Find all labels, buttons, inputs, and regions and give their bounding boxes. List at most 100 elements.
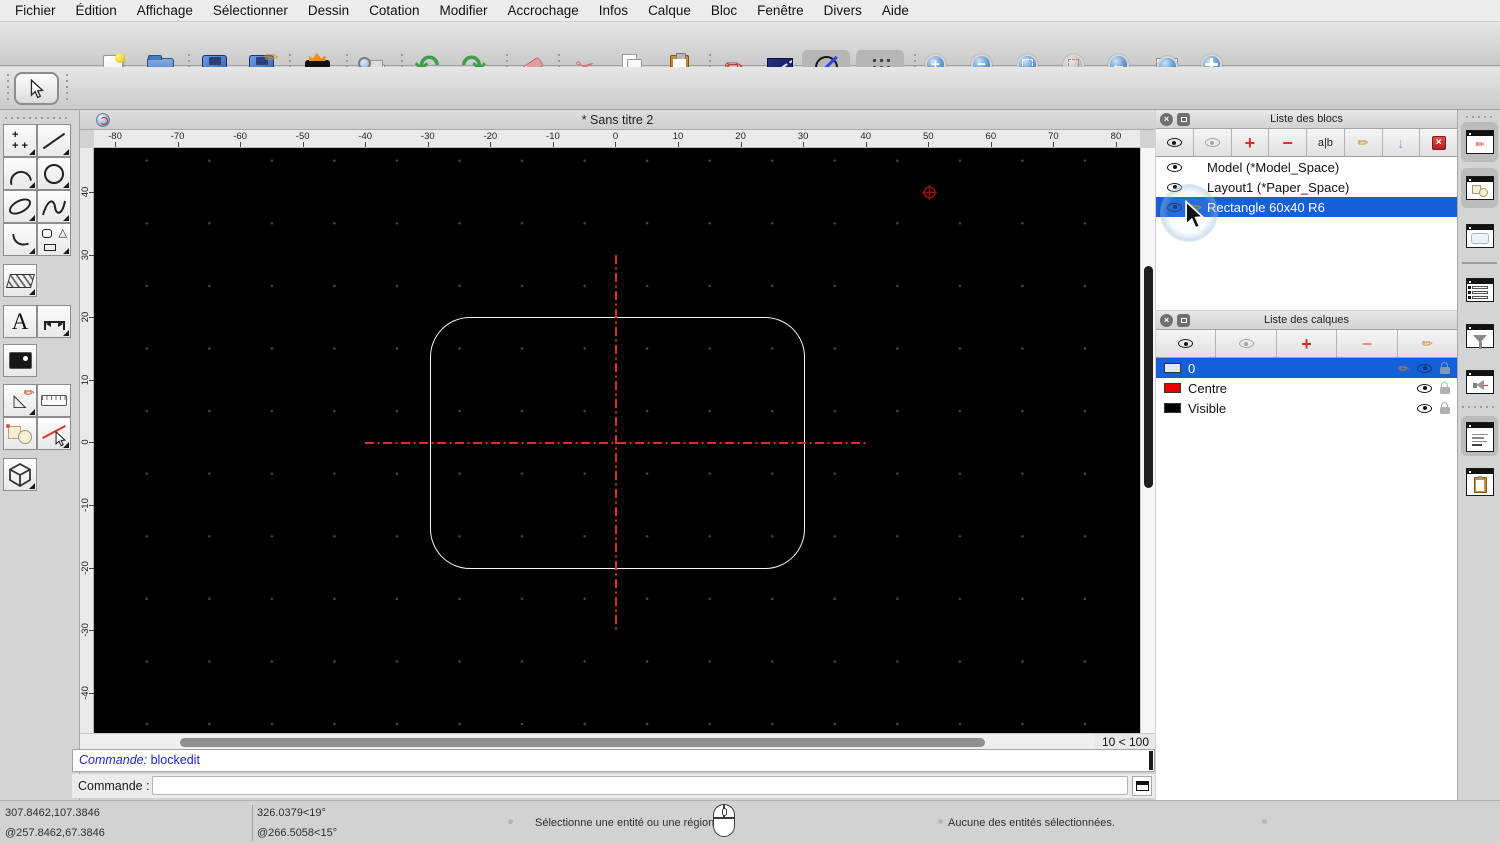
points-tool-button[interactable]: + + + xyxy=(3,124,37,157)
ellipse-tool-button[interactable] xyxy=(3,190,37,223)
menu-item[interactable]: Modifier xyxy=(429,3,497,18)
layer-list-item[interactable]: 0 xyxy=(1156,358,1457,378)
select-entity-tool-button[interactable] xyxy=(37,417,71,450)
edit-layer-button[interactable] xyxy=(1397,330,1458,357)
layer-color-swatch[interactable] xyxy=(1164,363,1181,373)
text-tool-button[interactable]: A xyxy=(3,305,37,338)
remove-block-button[interactable]: − xyxy=(1269,129,1307,156)
status-dot xyxy=(508,819,513,824)
show-all-blocks-button[interactable] xyxy=(1156,129,1194,156)
menu-item[interactable]: Fichier xyxy=(5,3,66,18)
vertical-scrollbar[interactable] xyxy=(1140,148,1155,733)
spline-tool-button[interactable] xyxy=(37,190,71,223)
block-list-window-button[interactable] xyxy=(1466,278,1494,302)
modify-tool-button[interactable] xyxy=(3,417,37,450)
command-row: Commande : xyxy=(72,774,1155,798)
block-list-item[interactable]: Layout1 (*Paper_Space) xyxy=(1156,177,1457,197)
hatch-tool-button[interactable] xyxy=(3,264,37,297)
measure-tool-button[interactable] xyxy=(37,384,71,417)
application-window: Fichier Édition Affichage Sélectionner Dessi… xyxy=(0,0,1500,844)
selection-filter-window-button[interactable] xyxy=(1466,324,1494,349)
hide-all-blocks-button[interactable] xyxy=(1193,129,1232,156)
layer-color-swatch[interactable] xyxy=(1164,383,1181,393)
rename-block-button[interactable]: a|b xyxy=(1307,129,1345,156)
add-layer-button[interactable]: + xyxy=(1276,330,1338,357)
menu-item[interactable]: Cotation xyxy=(359,3,429,18)
eye-icon[interactable] xyxy=(1167,202,1182,212)
line-tool-button[interactable] xyxy=(37,124,71,157)
eye-icon[interactable] xyxy=(1167,182,1182,192)
image-tool-button[interactable] xyxy=(3,344,37,377)
blocks-panel-header[interactable]: × Liste des blocs xyxy=(1156,110,1457,129)
block-edit-window-button[interactable] xyxy=(1466,130,1494,154)
detach-command-button[interactable] xyxy=(1132,776,1152,796)
insert-block-button[interactable]: ↓ xyxy=(1382,129,1421,156)
edit-block-button[interactable] xyxy=(1344,129,1383,156)
minus-icon: − xyxy=(1282,132,1293,153)
menu-item[interactable]: Fenêtre xyxy=(747,3,814,18)
points-icon: + + + xyxy=(12,128,28,152)
plus-icon: + xyxy=(1244,132,1256,153)
layer-color-swatch[interactable] xyxy=(1164,403,1181,413)
menu-item[interactable]: Bloc xyxy=(701,3,747,18)
command-history-value: blockedit xyxy=(150,753,200,767)
menu-item[interactable]: Dessin xyxy=(298,3,359,18)
layer-list-item[interactable]: Centre xyxy=(1156,378,1457,398)
command-line-window-button[interactable] xyxy=(1466,422,1494,452)
dimension-tool-button[interactable] xyxy=(37,305,71,338)
hide-all-layers-button[interactable] xyxy=(1216,330,1277,357)
entity-list-window-button[interactable] xyxy=(1466,176,1494,200)
text-icon: A xyxy=(11,309,29,334)
menu-item[interactable]: Accrochage xyxy=(497,3,588,18)
block-list-item[interactable]: Rectangle 60x40 R6 xyxy=(1156,197,1457,217)
lock-icon[interactable] xyxy=(1440,381,1450,394)
notification-window-button[interactable] xyxy=(1466,370,1494,394)
solid-3d-tool-button[interactable] xyxy=(3,458,37,491)
command-input[interactable] xyxy=(152,776,1128,795)
ellipse-icon xyxy=(6,195,34,218)
ruler-tick xyxy=(302,142,304,147)
horizontal-scrollbar[interactable] xyxy=(80,733,1094,749)
shapes-icon xyxy=(1472,184,1488,197)
menu-item[interactable]: Infos xyxy=(589,3,638,18)
drawing-canvas[interactable] xyxy=(94,148,1140,733)
show-all-layers-button[interactable] xyxy=(1156,330,1217,357)
shapes-tool-button[interactable]: △ xyxy=(37,223,71,256)
construction-tools-button[interactable] xyxy=(3,384,37,417)
eye-icon[interactable] xyxy=(1167,162,1182,172)
menu-item[interactable]: Sélectionner xyxy=(203,3,298,18)
circle-tool-button[interactable] xyxy=(37,157,71,190)
ruler-tick xyxy=(865,142,867,147)
library-browser-window-button[interactable] xyxy=(1466,224,1494,248)
menu-item[interactable]: Divers xyxy=(814,3,872,18)
delete-block-button[interactable]: × xyxy=(1420,129,1457,156)
eye-icon[interactable] xyxy=(1417,403,1432,413)
block-list-item[interactable]: Model (*Model_Space) xyxy=(1156,157,1457,177)
eye-icon[interactable] xyxy=(1417,383,1432,393)
history-scrollbar-thumb[interactable] xyxy=(1149,751,1153,770)
ruler-tick xyxy=(490,142,492,147)
polyline-tool-button[interactable] xyxy=(3,223,37,256)
horizontal-scrollbar-thumb[interactable] xyxy=(180,737,985,747)
ruler-label: -30 xyxy=(420,131,435,142)
menu-item[interactable]: Calque xyxy=(638,3,701,18)
eye-icon[interactable] xyxy=(1417,363,1432,373)
remove-layer-button[interactable]: − xyxy=(1337,330,1398,357)
modify-icon xyxy=(6,423,32,444)
vertical-scrollbar-thumb[interactable] xyxy=(1143,266,1153,488)
menu-item[interactable]: Aide xyxy=(872,3,919,18)
layer-list-item[interactable]: Visible xyxy=(1156,398,1457,418)
pencil-icon[interactable] xyxy=(1398,362,1409,375)
lock-icon[interactable] xyxy=(1440,361,1450,374)
clipboard-window-button[interactable] xyxy=(1466,468,1494,496)
layers-panel-header[interactable]: × Liste des calques xyxy=(1156,311,1457,330)
selection-tool-button[interactable] xyxy=(14,72,59,105)
menu-item[interactable]: Affichage xyxy=(127,3,203,18)
ruler-icon xyxy=(41,395,67,406)
drawing-window-titlebar[interactable]: * Sans titre 2 xyxy=(80,110,1155,130)
line-icon xyxy=(42,132,66,149)
lock-icon[interactable] xyxy=(1440,401,1450,414)
arc-tool-button[interactable] xyxy=(3,157,37,190)
add-block-button[interactable]: + xyxy=(1231,129,1270,156)
menu-item[interactable]: Édition xyxy=(66,3,127,18)
